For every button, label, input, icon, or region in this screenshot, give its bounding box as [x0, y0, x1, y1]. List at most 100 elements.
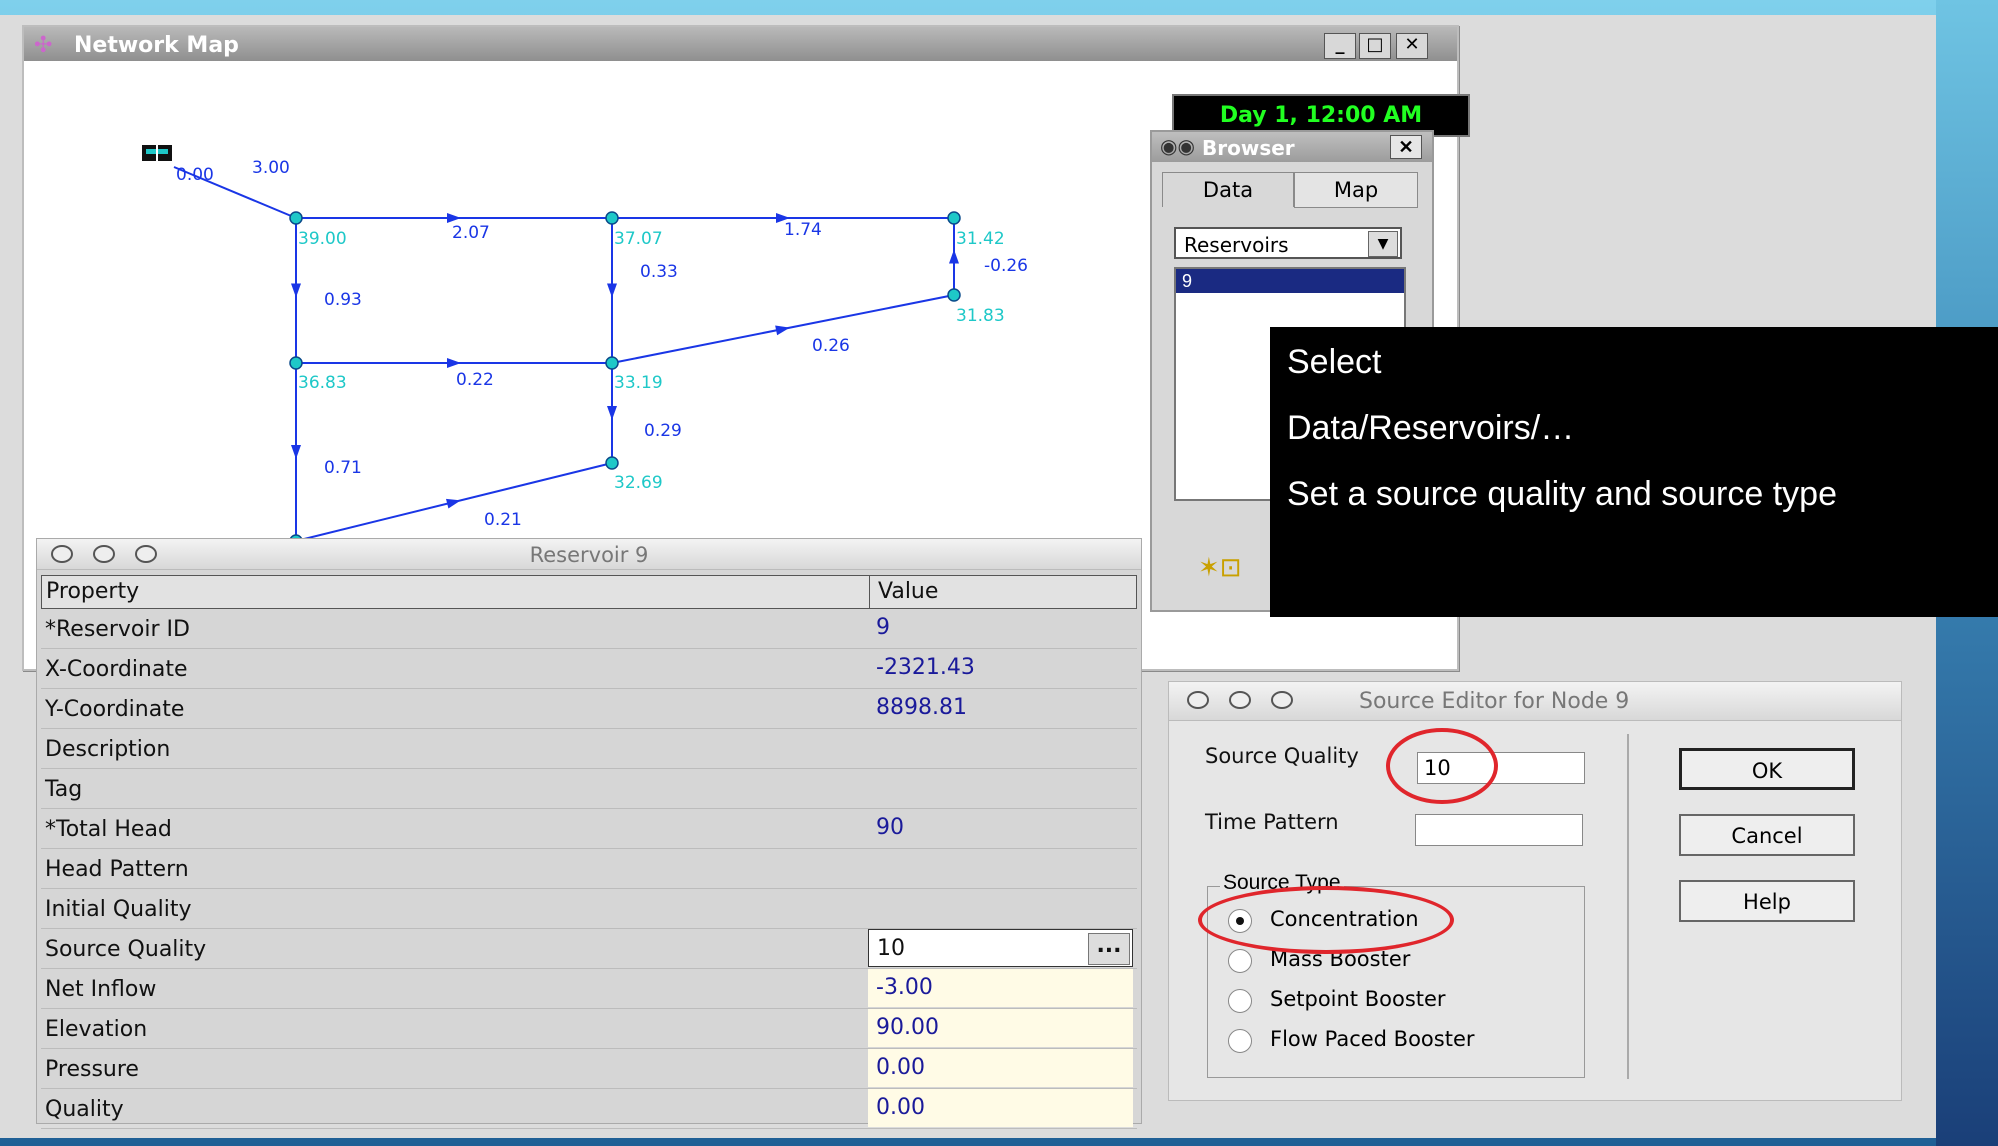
callout-line-3: Set a source quality and source type — [1287, 475, 1837, 513]
node-label: 33.19 — [614, 373, 663, 393]
network-map-titlebar[interactable]: ✣ Network Map _ □ ✕ — [24, 27, 1457, 61]
property-value[interactable] — [868, 849, 1133, 887]
flow-arrow[interactable] — [607, 283, 617, 298]
reservoir-icon[interactable] — [142, 145, 172, 161]
property-name: *Reservoir ID — [45, 617, 190, 642]
radio-flow-paced-booster[interactable] — [1228, 1029, 1252, 1053]
property-value[interactable]: 8898.81 — [868, 689, 1133, 727]
flow-arrow[interactable] — [447, 358, 461, 368]
flow-arrow[interactable] — [447, 213, 461, 223]
ok-button[interactable]: OK — [1679, 748, 1855, 790]
object-type-select[interactable]: Reservoirs ▼ — [1174, 227, 1402, 259]
source-quality-highlight — [1386, 728, 1498, 804]
property-grid-header: Property Value — [41, 575, 1137, 609]
property-value[interactable] — [868, 729, 1133, 767]
node-label: 36.83 — [298, 373, 347, 393]
value-column-header: Value — [869, 576, 1134, 608]
flow-arrow[interactable] — [775, 325, 790, 336]
list-item[interactable]: 9 — [1176, 269, 1404, 293]
concentration-highlight — [1198, 886, 1454, 954]
junction-node[interactable] — [605, 456, 619, 470]
junction-node[interactable] — [289, 211, 303, 225]
property-name: Net Inflow — [45, 977, 157, 1002]
property-value: 0.00 — [868, 1049, 1133, 1087]
table-row[interactable]: Pressure 0.00 — [41, 1049, 1137, 1089]
property-value: -3.00 — [868, 969, 1133, 1007]
source-editor-titlebar[interactable]: Source Editor for Node 9 — [1169, 682, 1901, 721]
table-row[interactable]: Net Inflow -3.00 — [41, 969, 1137, 1009]
table-row[interactable]: Description — [41, 729, 1137, 769]
flow-arrow[interactable] — [291, 445, 301, 459]
junction-node[interactable] — [605, 211, 619, 225]
table-row[interactable]: Head Pattern — [41, 849, 1137, 889]
property-name: Head Pattern — [45, 857, 189, 882]
table-row[interactable]: Source Quality 10... — [41, 929, 1137, 969]
add-object-icon[interactable]: ✶⊡ — [1198, 552, 1242, 583]
property-value[interactable] — [868, 889, 1133, 927]
table-row[interactable]: *Total Head 90 — [41, 809, 1137, 849]
table-row[interactable]: Initial Quality — [41, 889, 1137, 929]
flow-arrow[interactable] — [949, 249, 959, 264]
radio-label: Flow Paced Booster — [1270, 1027, 1475, 1051]
table-row[interactable]: Quality 0.00 — [41, 1089, 1137, 1129]
browser-titlebar[interactable]: ◉◉ Browser ✕ — [1152, 132, 1432, 162]
minimize-button[interactable]: _ — [1324, 33, 1356, 59]
radio-mass-booster[interactable] — [1228, 949, 1252, 973]
window-close-dot[interactable] — [1187, 691, 1209, 709]
property-value: 90.00 — [868, 1009, 1133, 1047]
time-pattern-input[interactable] — [1415, 814, 1583, 846]
radio-label: Setpoint Booster — [1270, 987, 1446, 1011]
link-label: 0.71 — [324, 458, 362, 478]
ellipsis-button[interactable]: ... — [1088, 933, 1130, 965]
link-label: 0.26 — [812, 336, 850, 356]
help-button[interactable]: Help — [1679, 880, 1855, 922]
flow-arrow[interactable] — [291, 283, 301, 298]
property-name: *Total Head — [45, 817, 172, 842]
tab-data[interactable]: Data — [1162, 172, 1294, 207]
property-value[interactable]: 90 — [868, 809, 1133, 847]
junction-node[interactable] — [605, 356, 619, 370]
window-minimize-dot[interactable] — [1229, 691, 1251, 709]
chevron-down-icon[interactable]: ▼ — [1368, 231, 1398, 257]
callout-line-1: Select — [1287, 343, 1382, 381]
link-label: 0.93 — [324, 290, 362, 310]
table-row[interactable]: Tag — [41, 769, 1137, 809]
link-label: 0.33 — [640, 262, 678, 282]
junction-node[interactable] — [947, 211, 961, 225]
close-button[interactable]: ✕ — [1396, 33, 1428, 59]
property-name: X-Coordinate — [45, 657, 188, 682]
property-grid: Property Value *Reservoir ID 9 X-Coordina… — [41, 575, 1137, 1129]
node-label: 37.07 — [614, 229, 663, 249]
network-map-icon: ✣ — [34, 33, 53, 58]
node-label: 31.42 — [956, 229, 1005, 249]
link-label: 0.29 — [644, 421, 682, 441]
table-row[interactable]: X-Coordinate -2321.43 — [41, 649, 1137, 689]
node-label: 31.83 — [956, 306, 1005, 326]
instruction-callout: Select Data/Reservoirs/… Set a source qu… — [1270, 327, 1998, 617]
tab-map[interactable]: Map — [1294, 172, 1418, 208]
source-quality-value: 10 — [877, 936, 905, 961]
property-name: Pressure — [45, 1057, 139, 1082]
cancel-button[interactable]: Cancel — [1679, 814, 1855, 856]
property-name: Initial Quality — [45, 897, 192, 922]
reservoir-properties-window: Reservoir 9 Property Value *Reservoir ID… — [36, 538, 1142, 1129]
table-row[interactable]: *Reservoir ID 9 — [41, 609, 1137, 649]
table-row[interactable]: Y-Coordinate 8898.81 — [41, 689, 1137, 729]
browser-close-button[interactable]: ✕ — [1390, 135, 1422, 159]
property-value[interactable]: 9 — [868, 609, 1133, 647]
link-label: 2.07 — [452, 223, 490, 243]
flow-arrow[interactable] — [607, 406, 617, 420]
object-type-value: Reservoirs — [1184, 233, 1289, 257]
junction-node[interactable] — [947, 288, 961, 302]
window-zoom-dot[interactable] — [1271, 691, 1293, 709]
property-value[interactable]: -2321.43 — [868, 649, 1133, 687]
flow-arrow[interactable] — [446, 498, 461, 509]
property-value[interactable] — [868, 769, 1133, 807]
reservoir-titlebar[interactable]: Reservoir 9 — [37, 539, 1141, 570]
radio-setpoint-booster[interactable] — [1228, 989, 1252, 1013]
table-row[interactable]: Elevation 90.00 — [41, 1009, 1137, 1049]
junction-node[interactable] — [289, 356, 303, 370]
network-map-canvas[interactable]: 39.0037.0731.4231.8336.8333.1932.6933.58… — [24, 63, 1144, 543]
source-quality-edit[interactable]: 10... — [868, 929, 1133, 967]
maximize-button[interactable]: □ — [1359, 33, 1391, 59]
